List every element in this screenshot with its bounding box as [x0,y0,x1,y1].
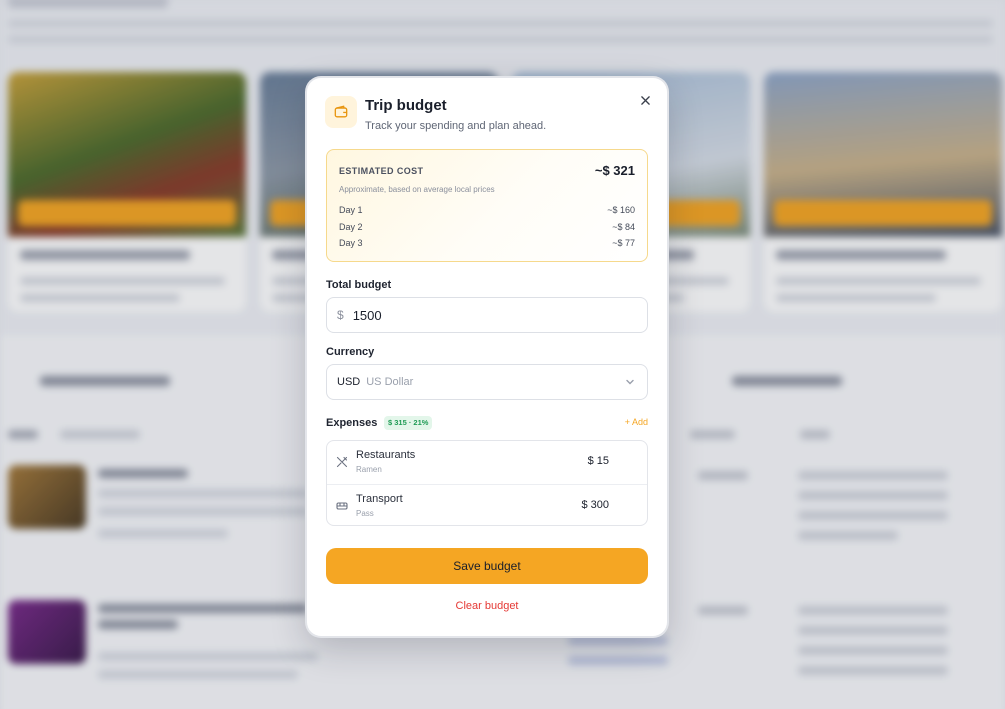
total-budget-input[interactable]: $ 1500 [326,297,648,333]
total-budget-label: Total budget [326,279,392,291]
add-expense-button[interactable]: + Add [625,417,648,427]
day-amount: ~$ 160 [607,205,635,215]
expense-item[interactable]: Transport Pass $ 300 [327,484,647,525]
expense-amount: $ 15 [587,455,609,467]
trip-budget-dialog: Trip budget Track your spending and plan… [307,78,667,636]
estimated-cost-card: ESTIMATED COST ~$ 321 Approximate, based… [326,149,648,262]
wallet-icon [325,96,357,128]
expense-amount: $ 300 [581,499,609,511]
expense-detail: Ramen [356,465,382,474]
expense-detail: Pass [356,509,374,518]
currency-label: Currency [326,346,375,358]
day-amount: ~$ 77 [612,238,635,248]
day-row: Day 3 ~$ 77 [339,238,635,248]
currency-name: US Dollar [366,376,414,388]
currency-select[interactable]: USD US Dollar [326,364,648,400]
utensils-icon [336,456,348,468]
close-icon [640,95,650,105]
day-label: Day 2 [339,222,363,232]
expenses-summary-badge: $ 315 · 21% [384,416,433,430]
currency-prefix: $ [337,308,344,322]
day-amount: ~$ 84 [612,222,635,232]
currency-code: USD [337,376,361,388]
save-budget-button[interactable]: Save budget [326,548,648,584]
expense-name: Transport [356,493,403,505]
estimated-cost-total: ~$ 321 [594,163,635,178]
estimated-cost-note: Approximate, based on average local pric… [339,185,495,194]
expense-list: Restaurants Ramen $ 15 Transport Pass $ … [326,440,648,526]
day-row: Day 2 ~$ 84 [339,222,635,232]
chevron-down-icon [626,379,634,385]
day-row: Day 1 ~$ 160 [339,205,635,215]
clear-budget-button[interactable]: Clear budget [307,600,667,612]
bus-icon [336,502,348,510]
estimated-cost-label: ESTIMATED COST [339,166,424,176]
close-button[interactable] [637,92,653,108]
expense-item[interactable]: Restaurants Ramen $ 15 [327,441,647,484]
dialog-title: Trip budget [365,97,447,114]
day-label: Day 1 [339,205,363,215]
expense-name: Restaurants [356,449,416,461]
day-label: Day 3 [339,238,363,248]
expenses-label: Expenses [326,417,378,429]
dialog-subtitle: Track your spending and plan ahead. [365,120,547,132]
total-budget-value: 1500 [352,307,382,323]
